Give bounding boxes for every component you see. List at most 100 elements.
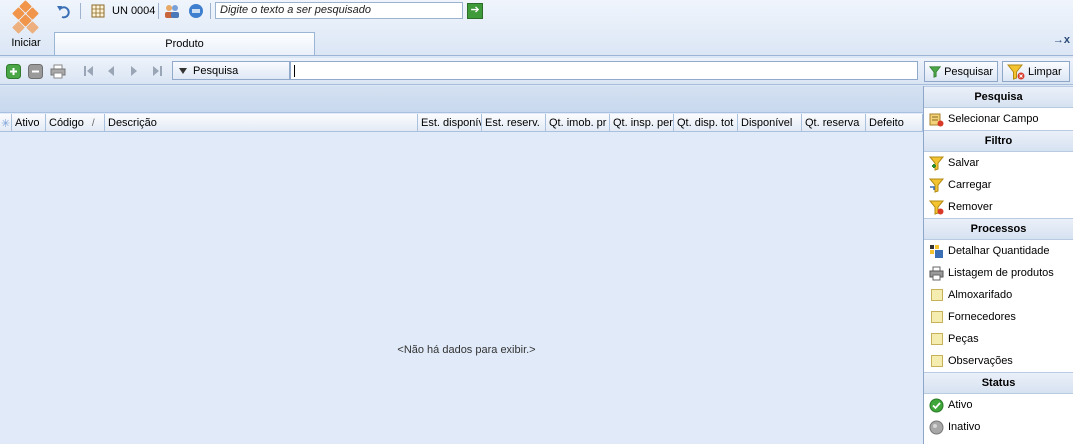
panel-item-label: Observações	[948, 355, 1013, 367]
panel-item-fornecedores[interactable]: Fornecedores	[924, 306, 1073, 328]
search-button-label: Pesquisar	[944, 65, 993, 78]
panel-item-label: Salvar	[948, 157, 980, 169]
plus-icon	[5, 63, 21, 79]
go-arrow-icon[interactable]: ➔	[467, 3, 483, 19]
first-record-button[interactable]	[81, 63, 97, 79]
column-header-defeito[interactable]: Defeito	[866, 114, 923, 132]
panel-item-label: Ativo	[948, 399, 973, 411]
generic-item-icon	[929, 288, 944, 303]
unit-label: UN 0004	[112, 5, 156, 17]
previous-icon	[108, 66, 114, 76]
panel-item-label: Listagem de produtos	[948, 267, 1054, 279]
record-toolbar: Pesquisa Pesquisar Limpar	[0, 58, 1073, 85]
panel-item-observacoes[interactable]: Observações	[924, 350, 1073, 372]
users-button[interactable]	[162, 1, 182, 21]
previous-record-button[interactable]	[103, 63, 119, 79]
panel-item-inativo[interactable]: Inativo	[924, 416, 1073, 438]
panel-item-remover[interactable]: Remover	[924, 196, 1073, 218]
calendar-icon	[88, 1, 108, 21]
last-record-button[interactable]	[149, 63, 165, 79]
clear-button[interactable]: Limpar	[1002, 61, 1070, 82]
panel-item-salvar[interactable]: Salvar	[924, 152, 1073, 174]
chevron-down-icon	[179, 67, 187, 74]
column-header-qt-insp[interactable]: Qt. insp. per	[610, 114, 674, 132]
generic-item-icon	[929, 310, 944, 325]
generic-item-icon	[929, 354, 944, 369]
funnel-icon	[929, 65, 942, 78]
add-button[interactable]	[5, 63, 21, 79]
undo-icon	[54, 1, 74, 21]
users-icon	[162, 1, 182, 21]
section-header-pesquisa: Pesquisa	[924, 86, 1073, 108]
toolbar-separator	[80, 3, 81, 19]
column-header-qt-reserva[interactable]: Qt. reserva	[802, 114, 866, 132]
panel-item-selecionar-campo[interactable]: Selecionar Campo	[924, 108, 1073, 130]
minus-icon	[27, 63, 43, 79]
panel-item-detalhar-quantidade[interactable]: Detalhar Quantidade	[924, 240, 1073, 262]
panel-item-listagem-de-produtos[interactable]: Listagem de produtos	[924, 262, 1073, 284]
global-search-input[interactable]: Digite o texto a ser pesquisado	[215, 2, 463, 19]
group-panel[interactable]	[0, 86, 923, 113]
column-header-qt-disp-tot[interactable]: Qt. disp. tot	[674, 114, 738, 132]
column-header-codigo-label: Código	[49, 117, 84, 129]
app-logo-icon	[11, 0, 41, 34]
printer-icon	[50, 64, 66, 78]
filter-load-icon	[929, 178, 944, 193]
start-button[interactable]: Iniciar	[4, 0, 48, 52]
filter-remove-icon	[929, 200, 944, 215]
column-header-codigo[interactable]: Código /	[46, 114, 105, 132]
panel-item-label: Remover	[948, 201, 993, 213]
panel-item-label: Peças	[948, 333, 979, 345]
column-header-est-reserv[interactable]: Est. reserv.	[482, 114, 546, 132]
panel-item-label: Almoxarifado	[948, 289, 1013, 301]
column-header-disponivel[interactable]: Disponível	[738, 114, 802, 132]
data-grid[interactable]: ✳ Ativo Código / Descrição Est. disponív …	[0, 86, 923, 444]
empty-grid-message: <Não há dados para exibir.>	[397, 344, 536, 356]
panel-item-label: Detalhar Quantidade	[948, 245, 1050, 257]
toolbar-separator	[210, 3, 211, 19]
detail-quantity-icon	[929, 244, 944, 259]
remove-button[interactable]	[27, 63, 43, 79]
top-toolbar: Iniciar UN 0004 Digite o texto a ser pes…	[0, 0, 1073, 56]
funnel-clear-icon	[1007, 64, 1025, 80]
action-panel: Pesquisa Selecionar Campo Filtro Salvar …	[923, 86, 1073, 444]
search-input[interactable]	[290, 61, 918, 80]
last-icon	[153, 66, 162, 76]
panel-item-label: Carregar	[948, 179, 992, 191]
column-header-descricao[interactable]: Descrição	[105, 114, 418, 132]
generic-item-icon	[929, 332, 944, 347]
next-record-button[interactable]	[126, 63, 142, 79]
panel-item-label: Fornecedores	[948, 311, 1016, 323]
search-mode-dropdown[interactable]: Pesquisa	[172, 61, 290, 80]
select-field-icon	[929, 112, 944, 127]
print-button[interactable]	[50, 63, 66, 79]
sort-indicator-icon: /	[91, 118, 95, 129]
printer-icon	[929, 266, 944, 281]
tab-produto[interactable]: Produto	[54, 32, 315, 56]
column-header-est-disponivel[interactable]: Est. disponív	[418, 114, 482, 132]
section-header-processos: Processos	[924, 218, 1073, 240]
switch-button[interactable]	[186, 1, 206, 21]
panel-item-carregar[interactable]: Carregar	[924, 174, 1073, 196]
clear-button-label: Limpar	[1028, 65, 1062, 78]
row-selector-icon[interactable]: ✳	[0, 114, 12, 132]
panel-item-label: Inativo	[948, 421, 981, 433]
tabstrip-divider	[0, 55, 1073, 56]
panel-item-label: Selecionar Campo	[948, 113, 1039, 125]
toolbar-separator	[158, 3, 159, 19]
column-header-qt-imob[interactable]: Qt. imob. pr	[546, 114, 610, 132]
status-active-icon	[929, 398, 944, 413]
undo-button[interactable]	[54, 1, 74, 21]
tab-controls-icon[interactable]: →x	[1053, 34, 1070, 46]
status-inactive-icon	[929, 420, 944, 435]
panel-item-ativo[interactable]: Ativo	[924, 394, 1073, 416]
start-label: Iniciar	[11, 37, 41, 49]
panel-item-pecas[interactable]: Peças	[924, 328, 1073, 350]
column-header-ativo[interactable]: Ativo	[12, 114, 46, 132]
filter-save-icon	[929, 156, 944, 171]
search-button[interactable]: Pesquisar	[924, 61, 998, 82]
grid-header: ✳ Ativo Código / Descrição Est. disponív …	[0, 114, 923, 132]
unit-selector-button[interactable]: UN 0004	[88, 1, 155, 21]
next-icon	[131, 66, 137, 76]
panel-item-almoxarifado[interactable]: Almoxarifado	[924, 284, 1073, 306]
